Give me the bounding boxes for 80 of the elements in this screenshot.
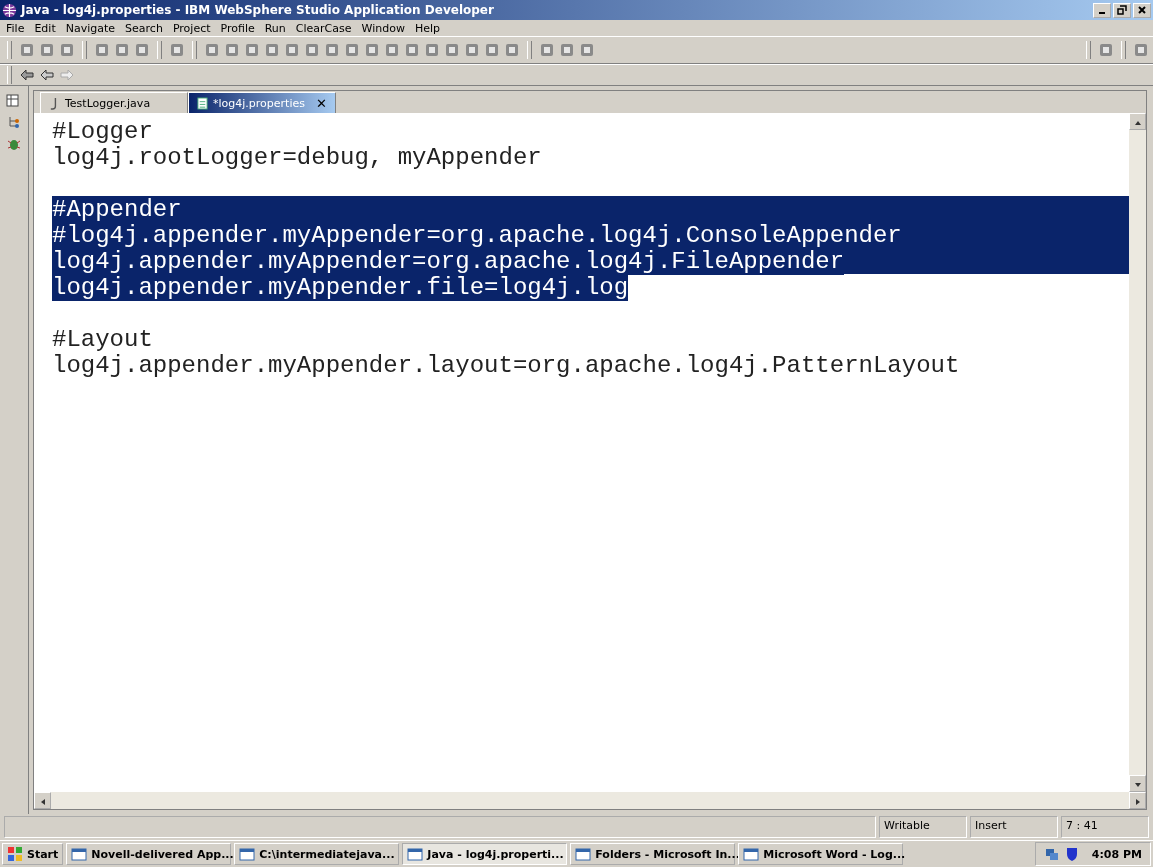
- code-line: #Logger: [52, 118, 153, 145]
- document-icon: [197, 96, 208, 110]
- tool-icon[interactable]: [539, 42, 555, 58]
- tool-icon[interactable]: [579, 42, 595, 58]
- taskbar-button[interactable]: C:\intermediatejava...: [234, 843, 400, 865]
- menu-item[interactable]: Profile: [220, 21, 255, 35]
- status-field: 7 : 41: [1061, 816, 1149, 838]
- restore-button[interactable]: [1113, 2, 1131, 18]
- tool-icon[interactable]: [94, 42, 110, 58]
- perspective-icon[interactable]: [6, 92, 22, 108]
- tool-icon[interactable]: [304, 42, 320, 58]
- tool-icon[interactable]: [39, 42, 55, 58]
- text-editor[interactable]: [34, 113, 1146, 792]
- tool-icon[interactable]: [1133, 42, 1149, 58]
- menu-item[interactable]: Navigate: [65, 21, 116, 35]
- menu-item[interactable]: Help: [414, 21, 440, 35]
- tool-icon[interactable]: [204, 42, 220, 58]
- tool-icon[interactable]: [324, 42, 340, 58]
- window-icon: [575, 846, 592, 862]
- taskbar-button[interactable]: Novell-delivered App...: [66, 843, 232, 865]
- editor-tab[interactable]: *log4j.properties ✕: [188, 92, 336, 113]
- close-tab-button[interactable]: ✕: [316, 95, 327, 111]
- tool-icon[interactable]: [284, 42, 300, 58]
- close-button[interactable]: [1133, 2, 1151, 18]
- code-line: log4j.appender.myAppender.layout=org.apache.log4j.PatternLayout: [52, 352, 960, 379]
- restore-icon: [1117, 5, 1127, 15]
- taskbar-button[interactable]: Folders - Microsoft In...: [570, 843, 736, 865]
- tool-icon[interactable]: [559, 42, 575, 58]
- menu-item[interactable]: File: [6, 21, 25, 35]
- tool-icon[interactable]: [464, 42, 480, 58]
- taskbar-button[interactable]: Microsoft Word - Log...: [738, 843, 904, 865]
- tool-icon[interactable]: [504, 42, 520, 58]
- tool-icon[interactable]: [344, 42, 360, 58]
- network-icon[interactable]: [1043, 846, 1060, 862]
- menu-item[interactable]: Window: [361, 21, 405, 35]
- tool-icon[interactable]: [224, 42, 240, 58]
- scroll-down-button[interactable]: [1129, 775, 1146, 792]
- scroll-left-button[interactable]: [34, 792, 51, 809]
- tool-icon[interactable]: [114, 42, 130, 58]
- tool-icon[interactable]: [424, 42, 440, 58]
- tool-icon[interactable]: [134, 42, 150, 58]
- tool-icon[interactable]: [364, 42, 380, 58]
- window-title: Java - log4j.properties - IBM WebSphere Studio Application Developer: [21, 3, 495, 17]
- minimize-icon: [1099, 12, 1105, 14]
- globe-icon: [2, 2, 17, 18]
- menu-item[interactable]: Edit: [34, 21, 56, 35]
- clock: 4:08 PM: [1091, 847, 1142, 861]
- tool-icon[interactable]: [264, 42, 280, 58]
- tool-icon[interactable]: [1098, 42, 1114, 58]
- menu-item[interactable]: Run: [264, 21, 286, 35]
- tool-icon[interactable]: [19, 42, 35, 58]
- code-line: #Layout: [52, 326, 153, 353]
- minimize-button[interactable]: [1093, 2, 1111, 18]
- start-button[interactable]: Start: [2, 843, 64, 865]
- menu-item[interactable]: ClearCase: [295, 21, 352, 35]
- arrow-left-icon[interactable]: [39, 67, 55, 83]
- window-icon: [71, 846, 88, 862]
- hierarchy-icon[interactable]: [6, 114, 22, 130]
- status-field: Writable: [879, 816, 967, 838]
- window-icon: [407, 846, 424, 862]
- code-line: log4j.rootLogger=debug, myAppender: [52, 144, 542, 171]
- tool-icon[interactable]: [484, 42, 500, 58]
- scroll-up-button[interactable]: [1129, 113, 1146, 130]
- close-icon: [1137, 5, 1147, 15]
- horizontal-scrollbar[interactable]: [34, 792, 1146, 809]
- arrow-left-icon[interactable]: [19, 67, 35, 83]
- windows-flag-icon: [7, 846, 23, 862]
- tool-icon[interactable]: [244, 42, 260, 58]
- tool-icon[interactable]: [384, 42, 400, 58]
- tool-icon[interactable]: [169, 42, 185, 58]
- tool-icon[interactable]: [444, 42, 460, 58]
- scroll-right-button[interactable]: [1129, 792, 1146, 809]
- taskbar-button[interactable]: Java - log4j.properti...: [402, 843, 568, 865]
- window-icon: [743, 846, 760, 862]
- menu-item[interactable]: Search: [125, 21, 163, 35]
- tool-icon[interactable]: [404, 42, 420, 58]
- window-icon: [239, 846, 256, 862]
- menu-item[interactable]: Project: [172, 21, 211, 35]
- tool-icon[interactable]: [59, 42, 75, 58]
- status-field: Insert: [970, 816, 1058, 838]
